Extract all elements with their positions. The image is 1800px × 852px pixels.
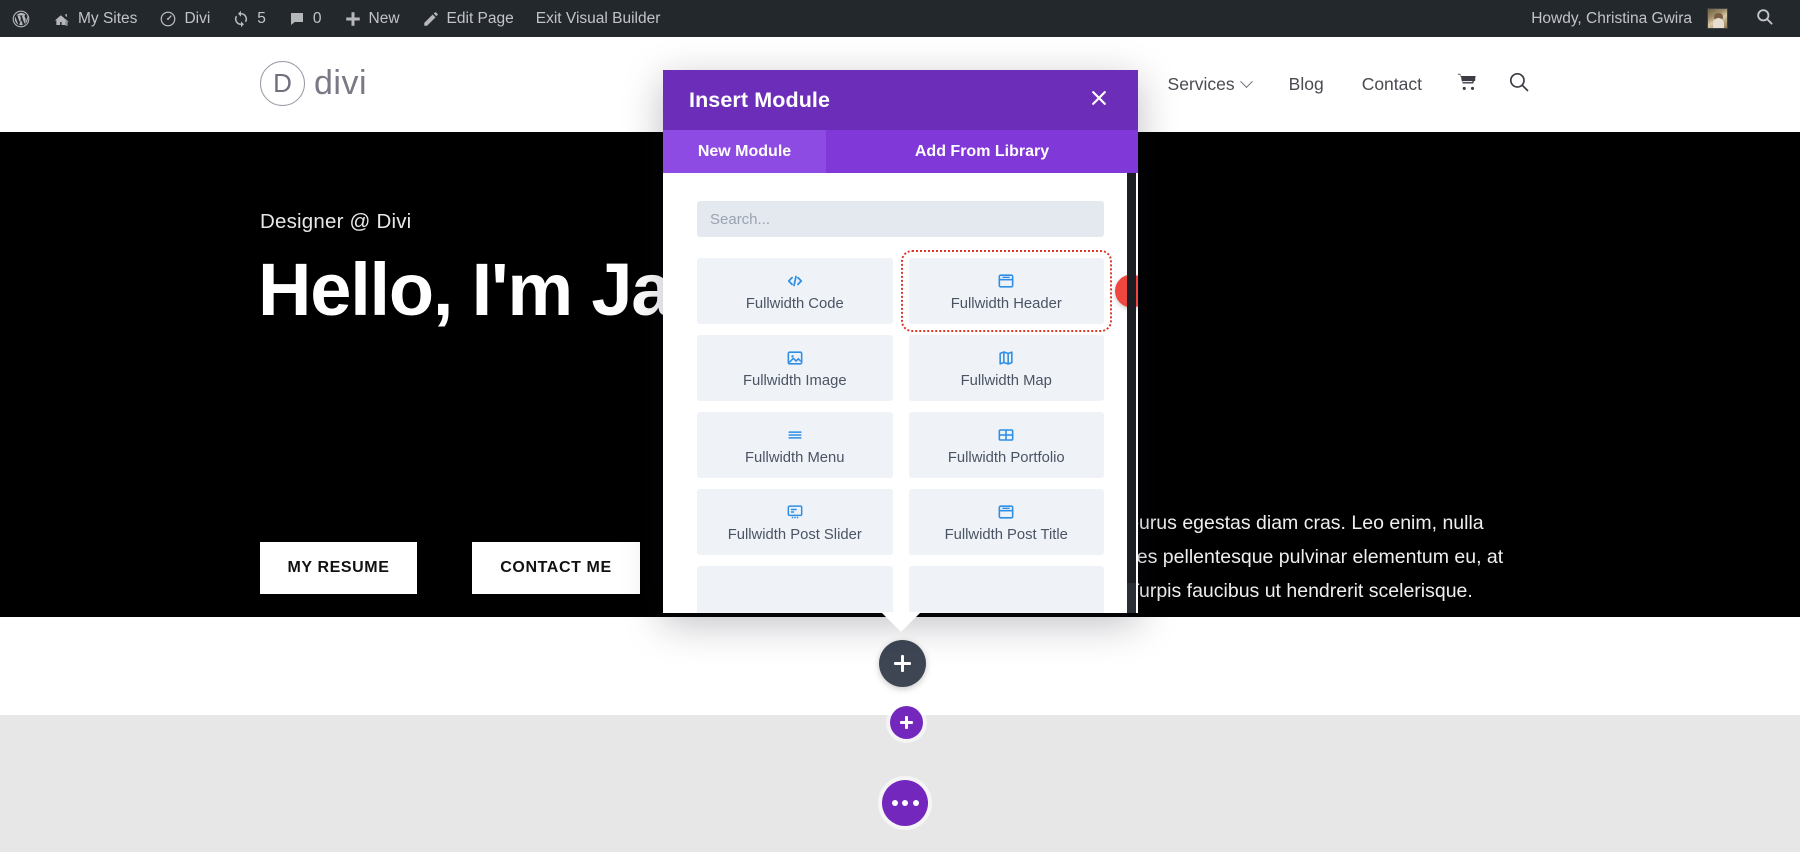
add-new-row-button[interactable] bbox=[890, 706, 923, 739]
admin-bar-item-divi[interactable]: Divi bbox=[148, 0, 221, 37]
admin-bar-right: Howdy, Christina Gwira bbox=[1520, 0, 1800, 37]
module-label: Fullwidth Post Slider bbox=[727, 526, 862, 543]
plus-icon bbox=[894, 655, 911, 672]
search-icon bbox=[1755, 7, 1774, 31]
portfolio-icon bbox=[996, 425, 1016, 445]
modal-tabs: New Module Add From Library bbox=[663, 130, 1138, 173]
nav-label-contact: Contact bbox=[1361, 74, 1422, 94]
admin-bar-comments-count: 0 bbox=[312, 9, 322, 27]
chevron-down-icon bbox=[1239, 75, 1253, 89]
hero-buttons: MY RESUME CONTACT ME bbox=[260, 542, 640, 594]
module-label: Fullwidth Map bbox=[960, 372, 1052, 389]
divi-logo-mark: D bbox=[260, 61, 305, 106]
insert-module-modal: Insert Module New Module Add From Librar… bbox=[663, 70, 1138, 613]
plus-icon bbox=[900, 716, 913, 729]
search-input[interactable] bbox=[697, 201, 1104, 237]
module-tile-fullwidth-post-title[interactable]: Fullwidth Post Title bbox=[908, 489, 1104, 555]
updates-icon bbox=[232, 10, 250, 28]
admin-bar-label-new: New bbox=[368, 9, 400, 27]
module-label: Fullwidth Post Title bbox=[944, 526, 1068, 543]
nav-item-services[interactable]: Services bbox=[1149, 74, 1270, 95]
tab-add-from-library[interactable]: Add From Library bbox=[826, 130, 1138, 173]
admin-bar-item-edit-page[interactable]: Edit Page bbox=[411, 0, 525, 37]
module-label: Fullwidth Image bbox=[742, 372, 847, 389]
screen-root: My Sites Divi 5 0 New Edit Page Exit Vis… bbox=[0, 0, 1800, 852]
admin-bar-updates-count: 5 bbox=[257, 9, 266, 27]
module-tile-fullwidth-code[interactable]: Fullwidth Code bbox=[697, 258, 893, 324]
search-icon bbox=[1507, 70, 1531, 99]
logo-text: divi bbox=[314, 64, 368, 102]
module-tile-partial-row-right[interactable] bbox=[908, 566, 1104, 613]
post-slider-icon bbox=[785, 502, 805, 522]
modal-header: Insert Module bbox=[663, 70, 1138, 130]
menu-icon bbox=[785, 425, 805, 445]
add-new-section-button[interactable] bbox=[879, 640, 926, 687]
header-icon bbox=[996, 271, 1016, 291]
module-label: Fullwidth Code bbox=[745, 295, 844, 312]
pencil-icon bbox=[422, 10, 440, 28]
admin-bar-label-my-sites: My Sites bbox=[78, 9, 138, 27]
nav-item-contact[interactable]: Contact bbox=[1343, 74, 1441, 95]
wordpress-icon bbox=[11, 9, 31, 29]
admin-bar-label-edit-page: Edit Page bbox=[446, 9, 514, 27]
wp-logo-button[interactable] bbox=[0, 0, 42, 37]
modal-title: Insert Module bbox=[689, 87, 831, 112]
logo-letter: D bbox=[273, 68, 292, 98]
divi-icon bbox=[159, 10, 177, 28]
module-tile-fullwidth-portfolio[interactable]: Fullwidth Portfolio bbox=[908, 412, 1104, 478]
admin-bar-left: My Sites Divi 5 0 New Edit Page Exit Vis… bbox=[0, 0, 671, 37]
modal-body: Fullwidth Code Fullwidth Header 1 bbox=[663, 173, 1138, 613]
nav-item-blog[interactable]: Blog bbox=[1270, 74, 1343, 95]
nav-label-blog: Blog bbox=[1288, 74, 1324, 94]
close-button[interactable] bbox=[1086, 87, 1112, 113]
module-tile-partial-row-left[interactable] bbox=[697, 566, 893, 613]
admin-bar-item-my-sites[interactable]: My Sites bbox=[42, 0, 148, 37]
my-resume-button[interactable]: MY RESUME bbox=[260, 542, 417, 594]
module-tile-fullwidth-map[interactable]: Fullwidth Map bbox=[908, 335, 1104, 401]
plus-icon bbox=[344, 10, 362, 28]
nav-label-services: Services bbox=[1167, 74, 1235, 94]
post-title-icon bbox=[996, 502, 1016, 522]
module-tile-fullwidth-post-slider[interactable]: Fullwidth Post Slider bbox=[697, 489, 893, 555]
site-logo[interactable]: D divi bbox=[260, 61, 367, 106]
module-tile-fullwidth-header[interactable]: Fullwidth Header 1 bbox=[900, 250, 1138, 332]
module-label: Fullwidth Menu bbox=[744, 449, 845, 466]
hero-subtitle: Designer @ Divi bbox=[260, 210, 412, 233]
scrollbar-thumb[interactable] bbox=[1127, 173, 1136, 583]
admin-bar-search-button[interactable] bbox=[1739, 7, 1786, 31]
admin-bar-label-exit-visual-builder: Exit Visual Builder bbox=[535, 9, 661, 27]
admin-bar-item-new[interactable]: New bbox=[333, 0, 411, 37]
cart-icon bbox=[1455, 71, 1479, 98]
admin-bar-item-exit-visual-builder[interactable]: Exit Visual Builder bbox=[525, 0, 672, 37]
module-label: Fullwidth Portfolio bbox=[947, 449, 1065, 466]
contact-me-button[interactable]: CONTACT ME bbox=[472, 542, 640, 594]
cart-button[interactable] bbox=[1441, 71, 1493, 98]
account-menu[interactable]: Howdy, Christina Gwira bbox=[1520, 0, 1739, 37]
comment-icon bbox=[288, 10, 306, 28]
modal-scrollbar[interactable] bbox=[1127, 173, 1136, 613]
code-icon bbox=[785, 271, 805, 291]
main-navigation: Services Blog Contact bbox=[1095, 37, 1545, 132]
section-settings-more-button[interactable] bbox=[882, 780, 928, 826]
admin-bar-label-divi: Divi bbox=[184, 9, 211, 27]
module-tile-fullwidth-image[interactable]: Fullwidth Image bbox=[697, 335, 893, 401]
close-icon bbox=[1089, 88, 1109, 113]
admin-bar-item-updates[interactable]: 5 bbox=[221, 0, 277, 37]
site-search-button[interactable] bbox=[1493, 70, 1545, 99]
module-label: Fullwidth Header bbox=[950, 295, 1062, 312]
wp-admin-bar: My Sites Divi 5 0 New Edit Page Exit Vis… bbox=[0, 0, 1800, 37]
sites-icon bbox=[53, 10, 71, 28]
module-tile-fullwidth-menu[interactable]: Fullwidth Menu bbox=[697, 412, 893, 478]
image-icon bbox=[785, 348, 805, 368]
map-icon bbox=[996, 348, 1016, 368]
ellipsis-icon bbox=[891, 800, 919, 806]
tab-new-module[interactable]: New Module bbox=[663, 130, 826, 173]
admin-bar-item-comments[interactable]: 0 bbox=[277, 0, 333, 37]
module-grid: Fullwidth Code Fullwidth Header 1 bbox=[697, 250, 1138, 613]
greeting-label: Howdy, Christina Gwira bbox=[1531, 9, 1692, 27]
avatar bbox=[1707, 8, 1728, 29]
